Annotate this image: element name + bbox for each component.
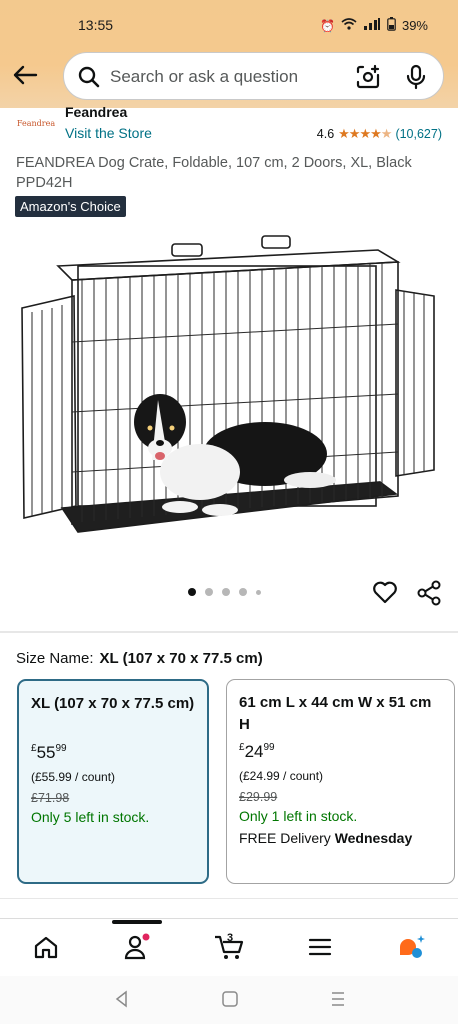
cart-count: 3 (227, 932, 234, 944)
back-button[interactable] (8, 60, 42, 90)
option-price: £5599 (31, 743, 67, 762)
option-name: XL (107 x 70 x 77.5 cm) (31, 695, 195, 712)
home-icon (34, 936, 58, 959)
section-divider (0, 898, 458, 899)
option-stock: Only 5 left in stock. (31, 809, 150, 825)
star-rating-icon: ★★★★★ (338, 126, 392, 141)
section-divider (0, 631, 458, 633)
size-option-61cm[interactable]: 61 cm L x 44 cm W x 51 cm H £2499 (£24.9… (226, 679, 455, 884)
rating-count[interactable]: (10,627) (395, 127, 442, 141)
amazons-choice-badge: Amazon's Choice (15, 196, 126, 217)
option-delivery: FREE Delivery Wednesday (239, 830, 413, 846)
microphone-icon[interactable] (405, 64, 427, 90)
brand-name: Feandrea (65, 104, 128, 120)
carousel-dot (239, 588, 247, 596)
status-time: 13:55 (78, 17, 114, 33)
system-home-icon[interactable] (220, 990, 240, 1008)
rating-value: 4.6 (316, 127, 335, 141)
nav-cart[interactable]: 3 (211, 932, 247, 962)
battery-icon (387, 17, 396, 34)
menu-icon (308, 938, 332, 956)
rating[interactable]: 4.6 ★★★★★ (10,627) (317, 126, 442, 142)
status-bar: 13:55 ⏰ 39% (0, 0, 458, 50)
nav-home[interactable] (28, 932, 64, 962)
store-logo[interactable]: Feandrea (14, 112, 58, 134)
search-bar[interactable]: Search or ask a question (63, 52, 444, 100)
selected-size: XL (107 x 70 x 77.5 cm) (99, 650, 263, 667)
size-name-label: Size Name: XL (107 x 70 x 77.5 cm) (16, 650, 263, 667)
product-image[interactable] (20, 232, 438, 552)
visit-store-link[interactable]: Visit the Store (65, 125, 152, 141)
system-back-icon[interactable] (112, 990, 132, 1008)
carousel-dot (222, 588, 230, 596)
alarm-icon: ⏰ (320, 18, 335, 33)
carousel-dot (205, 588, 213, 596)
search-icon (78, 66, 100, 88)
image-carousel-indicator (188, 588, 261, 596)
product-title: FEANDREA Dog Crate, Foldable, 107 cm, 2 … (16, 155, 412, 191)
option-stock: Only 1 left in stock. (239, 808, 358, 824)
heart-icon[interactable] (372, 580, 398, 604)
option-unit-price: (£55.99 / count) (31, 770, 116, 784)
nav-menu[interactable] (302, 932, 338, 962)
size-option-xl[interactable]: XL (107 x 70 x 77.5 cm) £5599 (£55.99 / … (17, 679, 209, 884)
nav-rufus[interactable] (394, 932, 430, 962)
status-icons: ⏰ 39% (320, 17, 428, 34)
wifi-icon (341, 18, 357, 33)
person-icon (124, 933, 150, 960)
signal-icon (363, 18, 381, 33)
size-label-text: Size Name: (16, 650, 94, 667)
carousel-dot (188, 588, 196, 596)
option-was-price: £29.99 (239, 790, 278, 804)
option-name: 61 cm L x 44 cm W x 51 cm H (239, 694, 432, 733)
active-tab-indicator (112, 920, 162, 924)
option-price: £2499 (239, 742, 275, 761)
camera-scan-icon[interactable] (355, 64, 381, 90)
search-input[interactable]: Search or ask a question (110, 67, 298, 87)
share-icon[interactable] (416, 580, 442, 606)
rufus-assistant-icon (400, 935, 425, 958)
nav-account[interactable] (119, 932, 155, 962)
arrow-left-icon (13, 65, 38, 85)
system-recents-icon[interactable] (328, 990, 348, 1008)
carousel-dot (256, 589, 261, 595)
battery-percent: 39% (401, 18, 428, 33)
option-unit-price: (£24.99 / count) (239, 769, 324, 783)
option-was-price: £71.98 (31, 791, 70, 805)
